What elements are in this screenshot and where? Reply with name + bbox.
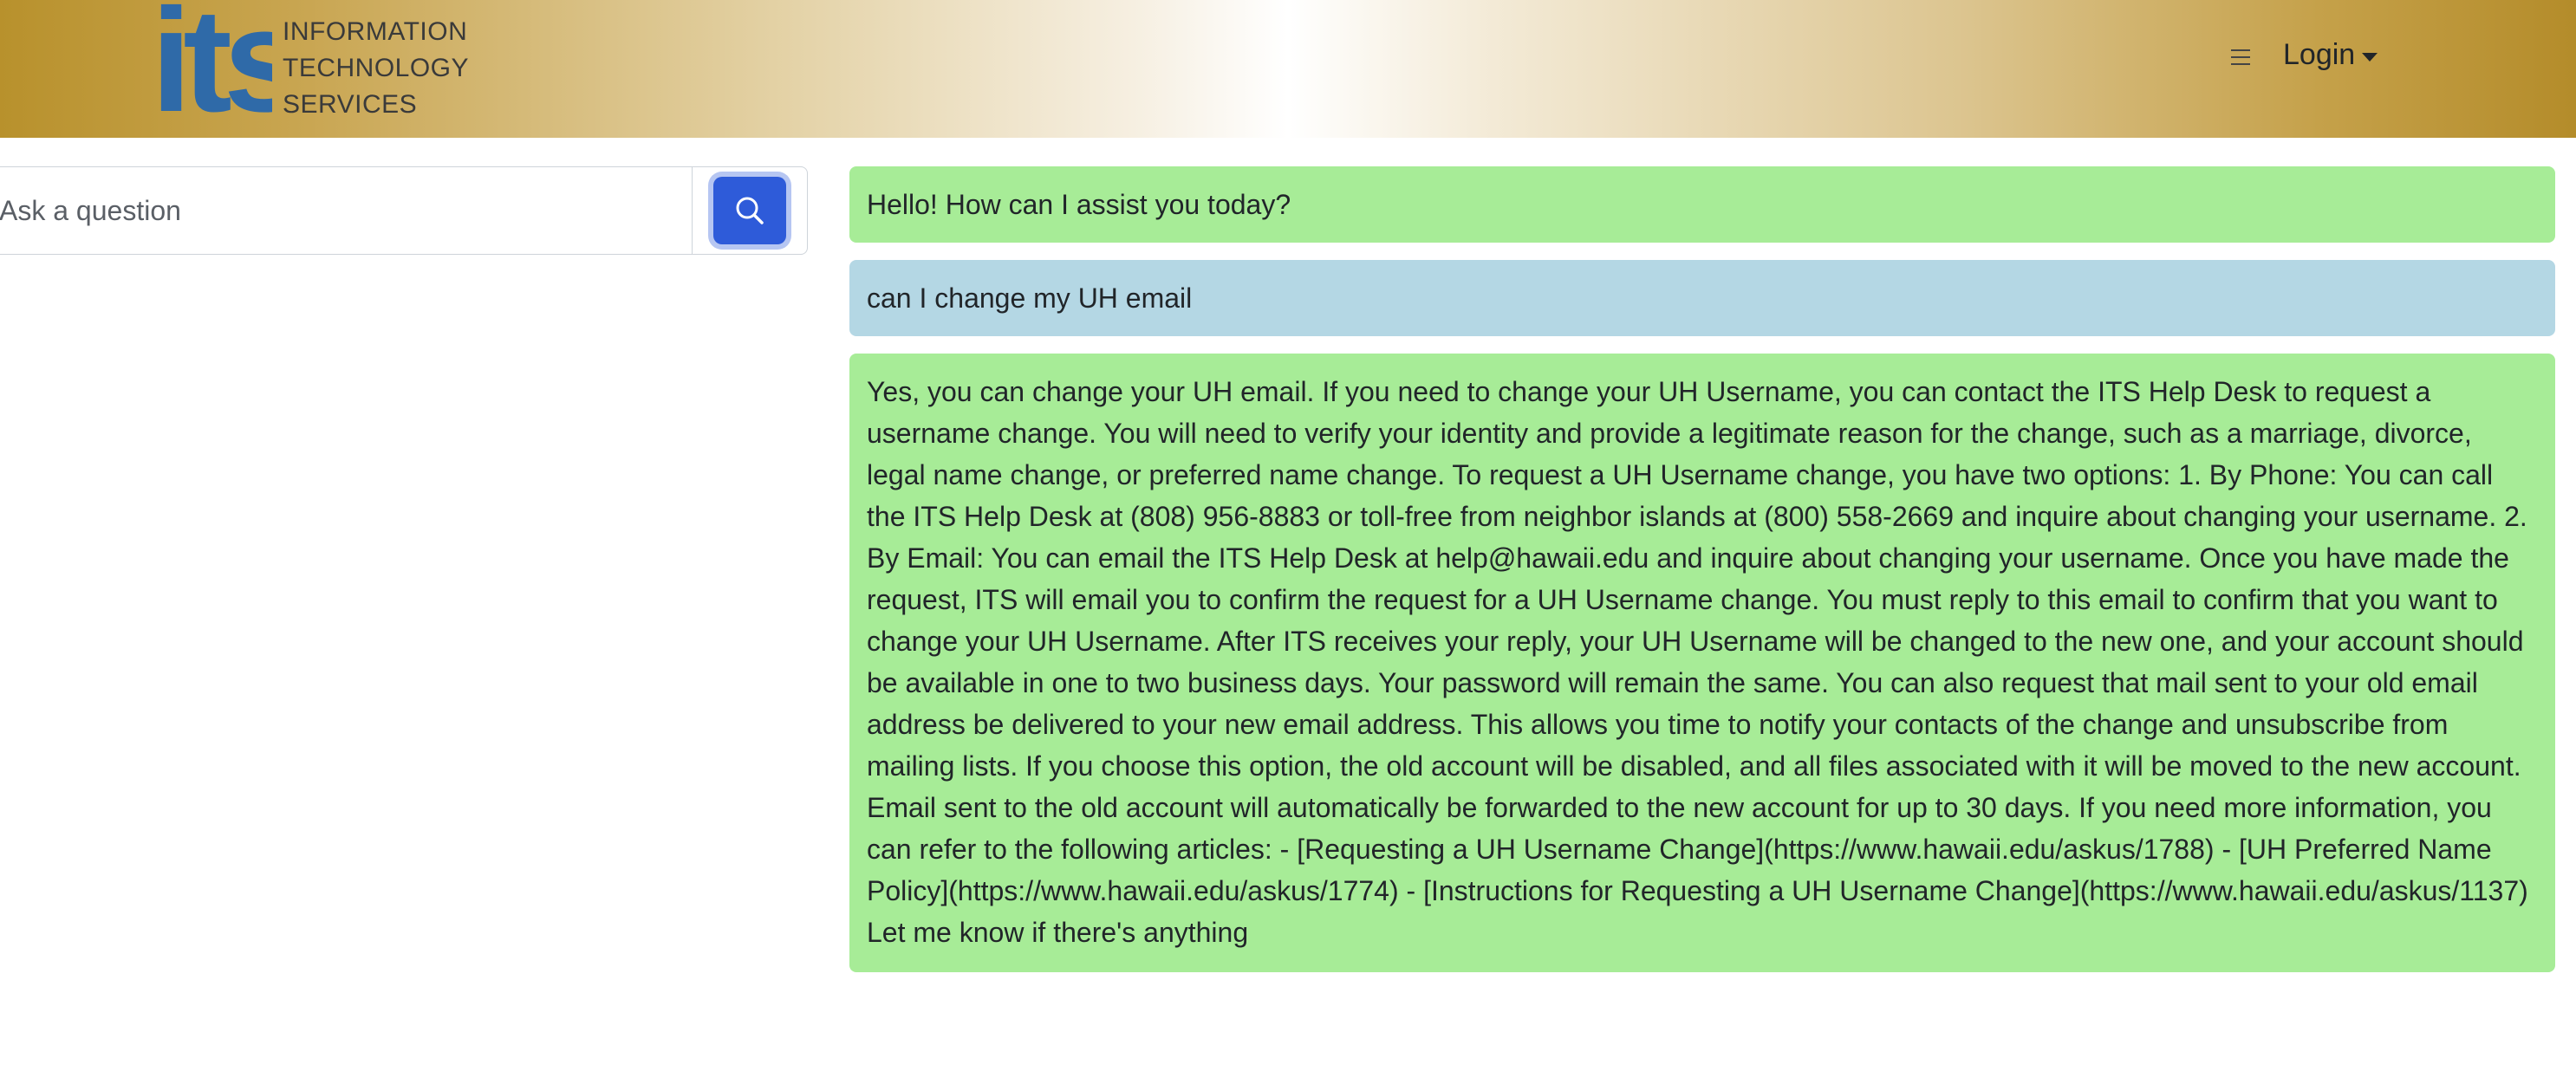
its-logo[interactable]: its INFORMATION TECHNOLOGY SERVICES [151,0,469,119]
search-button-wrapper [692,166,808,255]
hamburger-icon[interactable] [2228,45,2253,69]
user-message: can I change my UH email [849,260,2555,336]
hamburger-bar [2231,49,2250,51]
login-dropdown[interactable]: Login [2283,38,2378,72]
caret-down-icon [2362,52,2378,62]
page: its INFORMATION TECHNOLOGY SERVICES Logi… [0,0,2576,1071]
svg-text:its: its [151,0,272,118]
message-text: Hello! How can I assist you today? [867,189,1291,220]
chat-messages: Hello! How can I assist you today? can I… [849,166,2555,990]
question-input[interactable] [0,166,692,255]
search-icon [736,197,764,224]
logo-line-3: SERVICES [283,90,418,119]
logo-line-1: INFORMATION [283,17,468,46]
message-text: can I change my UH email [867,282,1193,314]
login-label: Login [2283,38,2356,71]
hamburger-bar [2231,63,2250,65]
bot-message: Hello! How can I assist you today? [849,166,2555,243]
question-search-group [0,166,808,255]
search-button[interactable] [713,177,786,244]
logo-wordmark: INFORMATION TECHNOLOGY SERVICES [283,14,469,123]
site-header: its INFORMATION TECHNOLOGY SERVICES Logi… [0,0,2576,138]
hamburger-bar [2231,56,2250,58]
message-text: Yes, you can change your UH email. If yo… [867,376,2528,948]
its-logo-mark: its [151,0,272,118]
logo-line-2: TECHNOLOGY [283,54,470,82]
bot-message: Yes, you can change your UH email. If yo… [849,354,2555,972]
